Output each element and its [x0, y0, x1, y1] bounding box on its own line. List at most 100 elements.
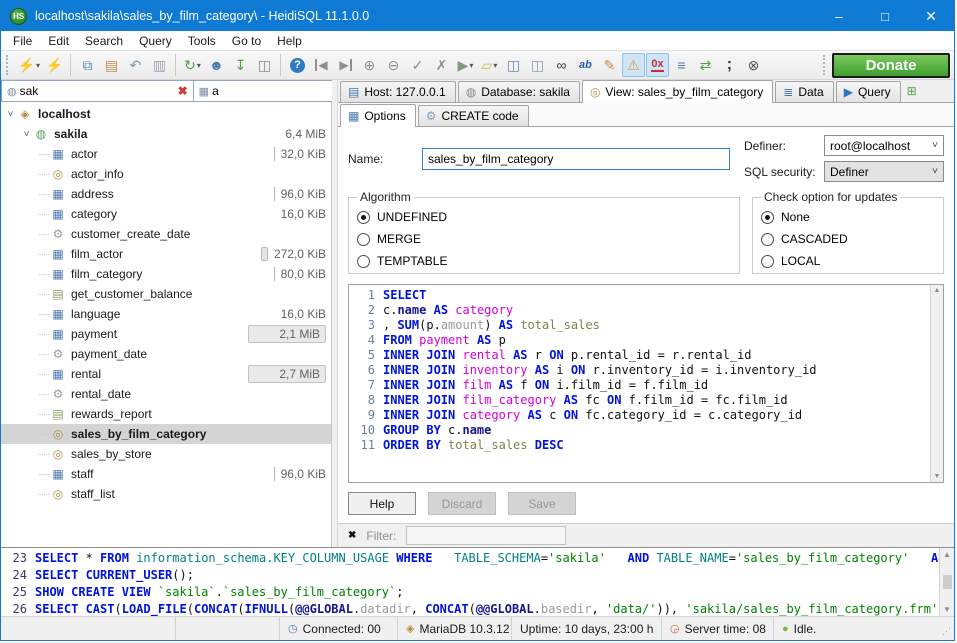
database-filter-input[interactable]: [20, 84, 175, 98]
insert-row-button[interactable]: ⊕: [358, 53, 381, 77]
sql-security-dropdown[interactable]: Definer ˅: [824, 161, 944, 182]
reconnect-button[interactable]: ⇄: [694, 53, 717, 77]
tree-item-sales_by_store[interactable]: ◎sales_by_store: [1, 444, 331, 464]
radio-button[interactable]: [357, 255, 370, 268]
check-option-option-none[interactable]: None: [761, 206, 935, 228]
save-sql-as-button[interactable]: ◫: [526, 53, 549, 77]
check-option-option-local[interactable]: LOCAL: [761, 250, 935, 272]
tab-view[interactable]: ◎View: sales_by_film_category: [582, 80, 773, 103]
radio-button[interactable]: [357, 211, 370, 224]
reformat-sql-button[interactable]: ✎: [598, 53, 621, 77]
menu-item-help[interactable]: Help: [269, 31, 310, 50]
definer-combobox[interactable]: root@localhost ˅: [824, 135, 944, 156]
filter-input[interactable]: [406, 526, 566, 545]
tree-item-staff[interactable]: ▦staff96,0 KiB: [1, 464, 331, 484]
expander-chevron-icon[interactable]: ˅: [4, 109, 17, 120]
algorithm-option-merge[interactable]: MERGE: [357, 228, 731, 250]
stop-button[interactable]: ⊗: [742, 53, 765, 77]
minimize-button[interactable]: –: [816, 1, 862, 31]
load-sql-file-button[interactable]: ▱▾: [478, 53, 501, 77]
tab-database[interactable]: ◍Database: sakila: [458, 81, 580, 102]
last-row-button[interactable]: ▶: [334, 53, 357, 77]
filter-close-icon[interactable]: ✖: [348, 530, 356, 541]
tree-item-rental_date[interactable]: ⚙rental_date: [1, 384, 331, 404]
tree-item-payment[interactable]: ▦payment2,1 MiB: [1, 324, 331, 344]
tree-item-film_category[interactable]: ▦film_category80,0 KiB: [1, 264, 331, 284]
save-button[interactable]: Save: [508, 492, 576, 515]
tree-item-rental[interactable]: ▦rental2,7 MiB: [1, 364, 331, 384]
copy-button[interactable]: ⧉: [76, 53, 99, 77]
maximize-button[interactable]: □: [862, 1, 908, 31]
help-action-button[interactable]: Help: [348, 492, 416, 515]
print-button[interactable]: ▥: [148, 53, 171, 77]
tree-item-film_actor[interactable]: ▦film_actor272,0 KiB: [1, 244, 331, 264]
menu-item-search[interactable]: Search: [77, 31, 131, 50]
donate-button[interactable]: Donate: [832, 53, 950, 78]
help-button[interactable]: ?: [286, 53, 309, 77]
radio-button[interactable]: [761, 233, 774, 246]
donate-grip[interactable]: [823, 55, 828, 75]
discard-button[interactable]: Discard: [428, 492, 496, 515]
disconnect-button[interactable]: ⚡: [43, 53, 66, 77]
menu-item-query[interactable]: Query: [131, 31, 180, 50]
resize-grip[interactable]: ⋰: [940, 617, 954, 640]
execute-query-button[interactable]: ▶▾: [454, 53, 477, 77]
run-routines-button[interactable]: ≡: [670, 53, 693, 77]
new-query-tab-button[interactable]: ⊞: [903, 84, 923, 102]
export-database-button[interactable]: ↧: [229, 53, 252, 77]
radio-button[interactable]: [357, 233, 370, 246]
save-snippet-button[interactable]: ◫: [253, 53, 276, 77]
algorithm-option-undefined[interactable]: UNDEFINED: [357, 206, 731, 228]
undo-button[interactable]: ↶: [124, 53, 147, 77]
delete-row-button[interactable]: ⊖: [382, 53, 405, 77]
menu-item-go-to[interactable]: Go to: [224, 31, 269, 50]
session-manager-button[interactable]: ⚡▾: [16, 53, 42, 77]
check-option-option-cascaded[interactable]: CASCADED: [761, 228, 935, 250]
post-changes-button[interactable]: ✓: [406, 53, 429, 77]
tree-item-staff_list[interactable]: ◎staff_list: [1, 484, 331, 504]
tree-item-payment_date[interactable]: ⚙payment_date: [1, 344, 331, 364]
tree-item-category[interactable]: ▦category16,0 KiB: [1, 204, 331, 224]
blob-as-hex-button[interactable]: 0x: [646, 53, 669, 77]
highlight-errors-button[interactable]: ⚠: [622, 53, 645, 77]
tab-host[interactable]: ▤Host: 127.0.0.1: [340, 81, 456, 102]
scroll-down-icon[interactable]: ▼: [943, 605, 951, 614]
scroll-down-icon[interactable]: ▼: [934, 473, 941, 480]
close-button[interactable]: ✕: [908, 1, 954, 31]
menu-item-edit[interactable]: Edit: [40, 31, 77, 50]
radio-button[interactable]: [761, 211, 774, 224]
cancel-editing-button[interactable]: ✗: [430, 53, 453, 77]
scroll-up-icon[interactable]: ▲: [934, 287, 941, 294]
view-body-editor[interactable]: 1SELECT2c.name AS category3, SUM(p.amoun…: [348, 284, 944, 483]
tree-item-customer_create_date[interactable]: ⚙customer_create_date: [1, 224, 331, 244]
first-row-button[interactable]: ◀: [310, 53, 333, 77]
editor-scrollbar[interactable]: ▲ ▼: [930, 285, 943, 482]
menu-item-file[interactable]: File: [5, 31, 40, 50]
user-manager-button[interactable]: ☻: [205, 53, 228, 77]
scrollbar-thumb[interactable]: [943, 575, 952, 589]
algorithm-option-temptable[interactable]: TEMPTABLE: [357, 250, 731, 272]
database-filter-clear-icon[interactable]: ✖: [175, 84, 191, 98]
tree-item-localhost[interactable]: ˅◈localhost: [1, 104, 331, 124]
tab-data[interactable]: ≣Data: [775, 81, 833, 102]
replace-text-button[interactable]: ab: [574, 53, 597, 77]
scroll-up-icon[interactable]: ▲: [943, 550, 951, 559]
refresh-button[interactable]: ↻▾: [181, 53, 204, 77]
tree-item-address[interactable]: ▦address96,0 KiB: [1, 184, 331, 204]
tree-item-actor_info[interactable]: ◎actor_info: [1, 164, 331, 184]
tree-item-sales_by_film_category[interactable]: ◎sales_by_film_category: [1, 424, 331, 444]
paste-button[interactable]: ▤: [100, 53, 123, 77]
view-name-input[interactable]: [422, 148, 730, 170]
tree-item-sakila[interactable]: ˅◍sakila6,4 MiB: [1, 124, 331, 144]
save-sql-button[interactable]: ◫: [502, 53, 525, 77]
toolbar-grip[interactable]: [6, 55, 11, 75]
delimiter-button[interactable]: ;: [718, 53, 741, 77]
tree-item-actor[interactable]: ▦actor32,0 KiB: [1, 144, 331, 164]
tree-item-language[interactable]: ▦language16,0 KiB: [1, 304, 331, 324]
find-text-button[interactable]: ∞: [550, 53, 573, 77]
radio-button[interactable]: [761, 255, 774, 268]
menu-item-tools[interactable]: Tools: [180, 31, 224, 50]
tab-create-code[interactable]: ⚙CREATE code: [418, 105, 529, 126]
tab-query[interactable]: ▶Query: [836, 81, 901, 102]
log-scrollbar[interactable]: ▲ ▼: [939, 548, 954, 616]
